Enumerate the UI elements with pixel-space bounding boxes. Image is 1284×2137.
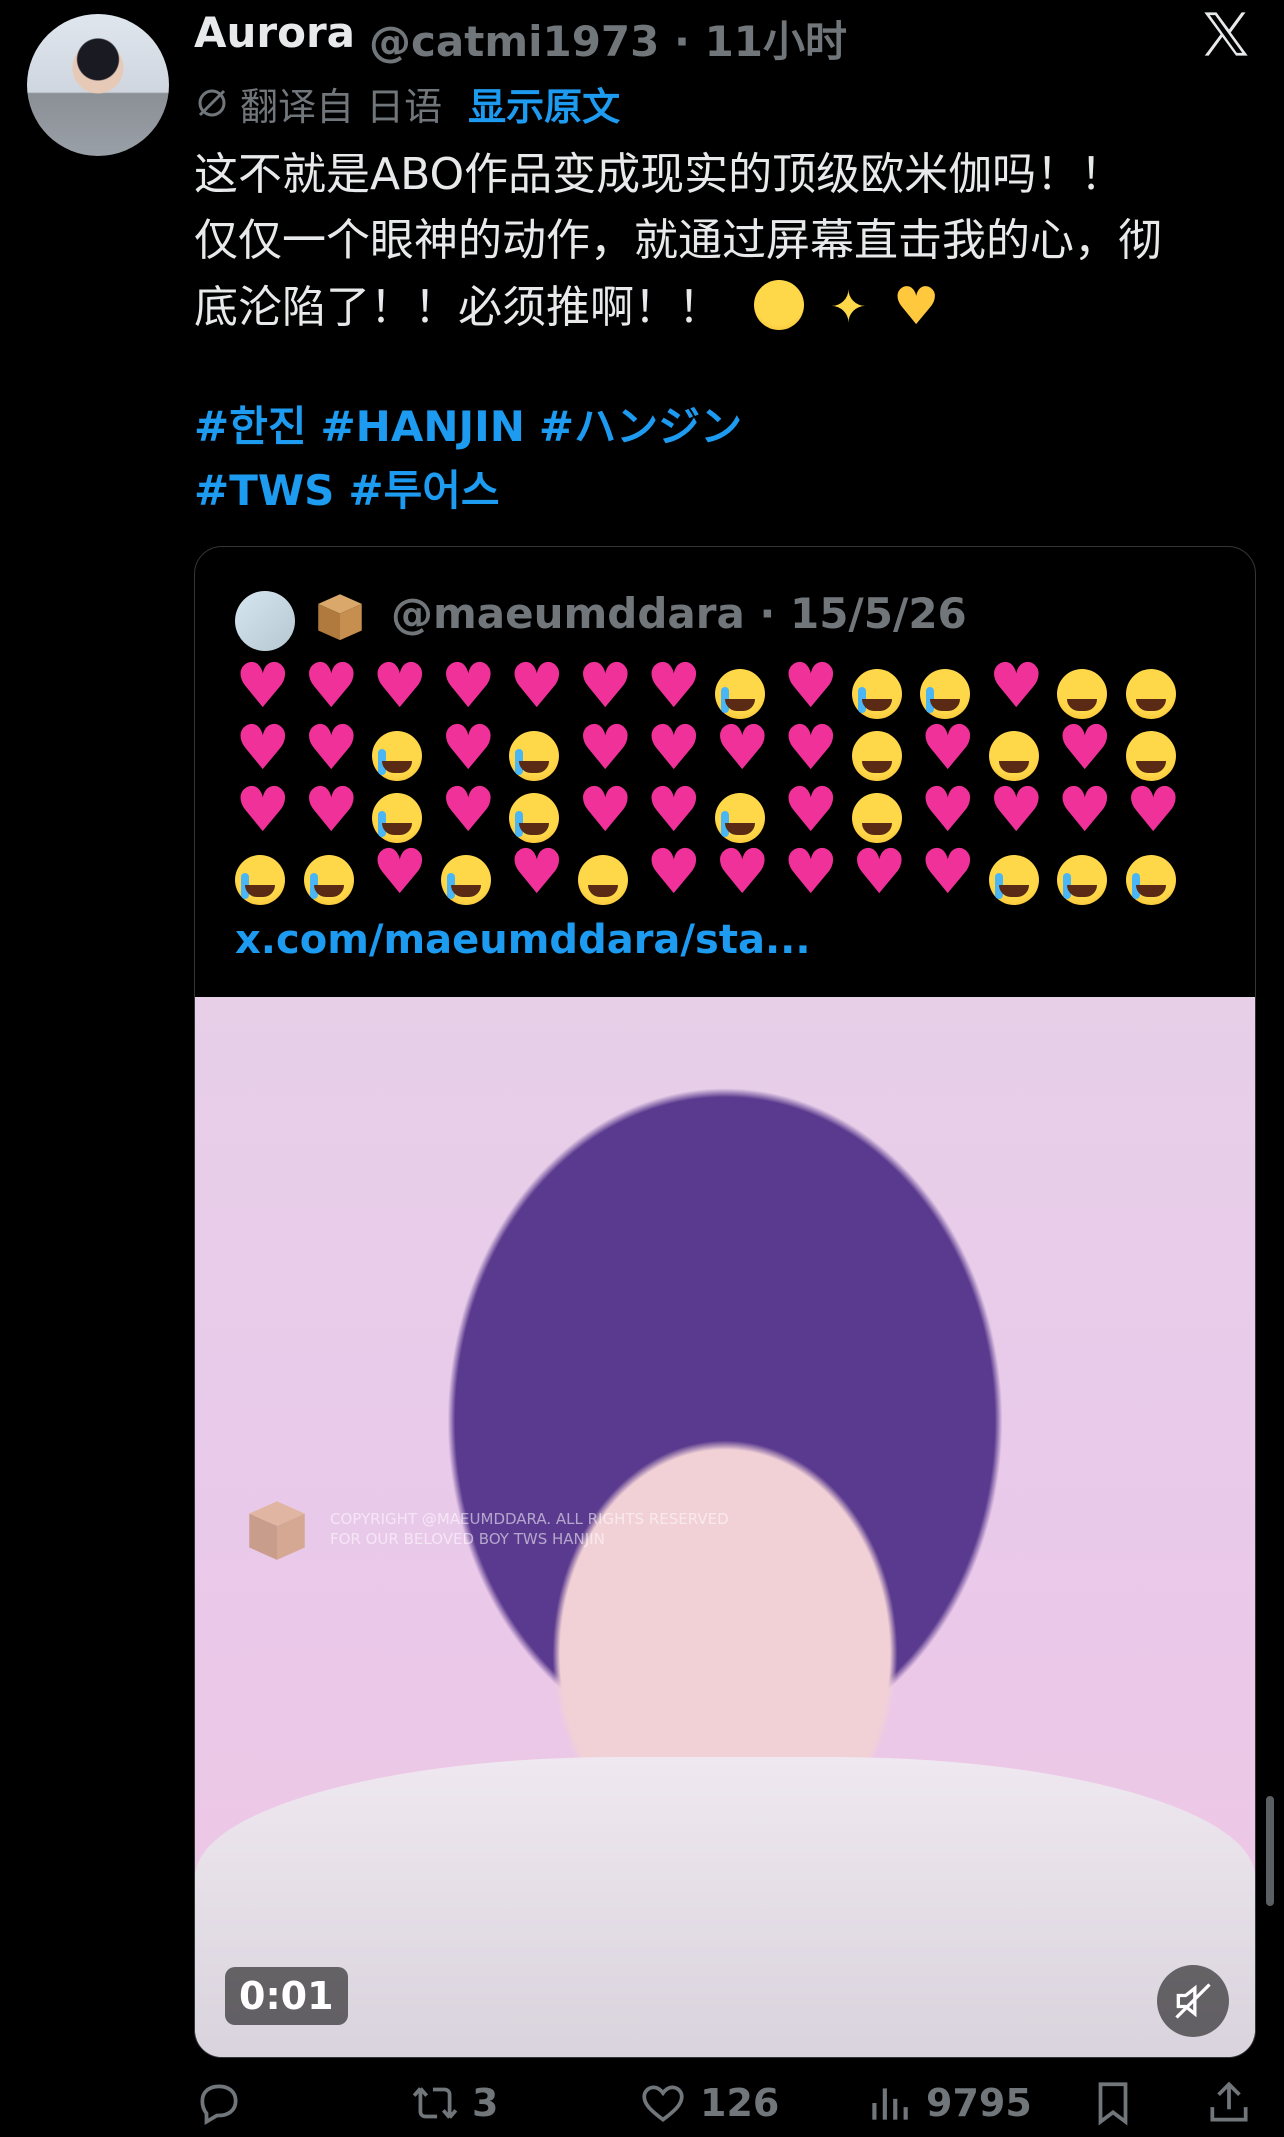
views-count: 9795 xyxy=(926,2081,1032,2125)
bookmark-icon xyxy=(1098,2082,1128,2126)
tweet-body-line: 这不就是ABO作品变成现实的顶级欧米伽吗！！ xyxy=(194,149,1125,200)
watermark-box-icon xyxy=(249,1501,305,1560)
crying-face-emoji-icon xyxy=(1057,855,1107,905)
pink-heart-emoji-icon xyxy=(715,717,771,781)
pink-heart-emoji-icon xyxy=(646,841,702,905)
pink-heart-emoji-icon xyxy=(235,779,291,843)
share-button[interactable] xyxy=(1204,2078,1254,2128)
translation-row: 翻译自 日语 显示原文 xyxy=(194,76,620,131)
heart-icon xyxy=(642,2085,684,2123)
crying-face-emoji-icon xyxy=(440,855,491,905)
video-watermark: COPYRIGHT @MAEUMDDARA. ALL RIGHTS RESERV… xyxy=(240,1492,729,1566)
tweet-body: 这不就是ABO作品变成现实的顶级欧米伽吗！！ 仅仅一个眼神的动作，就通过屏幕直击… xyxy=(194,142,1264,341)
video-frame-shirt xyxy=(195,1757,1255,2057)
pink-heart-emoji-icon xyxy=(509,841,565,905)
crying-face-emoji-icon xyxy=(303,855,354,905)
crying-face-emoji-icon xyxy=(754,280,804,330)
emoji-row xyxy=(235,841,1235,911)
pink-heart-emoji-icon xyxy=(304,779,360,843)
quoted-author-avatar[interactable] xyxy=(235,591,295,651)
quoted-video[interactable]: COPYRIGHT @MAEUMDDARA. ALL RIGHTS RESERV… xyxy=(195,997,1255,2057)
views-chart-icon xyxy=(872,2088,908,2120)
tweet-actions-bar: 3 126 9795 xyxy=(194,2078,1264,2136)
author-display-name[interactable]: Aurora xyxy=(194,8,355,57)
quoted-emoji-text xyxy=(235,655,1235,911)
pink-heart-emoji-icon xyxy=(509,655,565,719)
reply-icon xyxy=(200,2084,238,2126)
watermark-line: FOR OUR BELOVED BOY TWS HANJIN xyxy=(330,1530,605,1548)
yellow-heart-emoji-icon: ♥ xyxy=(892,277,940,337)
pink-heart-emoji-icon xyxy=(372,841,428,905)
reply-button[interactable] xyxy=(194,2078,244,2128)
author-handle-and-time[interactable]: @catmi1973 · 11小时 xyxy=(369,8,847,69)
package-box-icon xyxy=(318,594,362,641)
pink-heart-emoji-icon xyxy=(852,841,908,905)
crying-face-emoji-icon xyxy=(372,731,422,781)
show-original-link[interactable]: 显示原文 xyxy=(468,76,620,131)
translated-from-label: 翻译自 日语 xyxy=(240,84,443,129)
hashtag-link[interactable]: #TWS xyxy=(194,466,334,515)
pink-heart-emoji-icon xyxy=(372,655,428,719)
quoted-tweet-link[interactable]: x.com/maeumddara/sta... xyxy=(235,917,811,963)
translate-icon xyxy=(198,89,226,117)
like-count: 126 xyxy=(700,2081,780,2125)
sparkles-emoji-icon: ✦ xyxy=(830,282,867,333)
x-logo-icon[interactable] xyxy=(1200,8,1252,60)
pink-heart-emoji-icon xyxy=(1126,779,1182,843)
hashtag-link[interactable]: #한진 xyxy=(194,402,306,451)
retweet-button[interactable]: 3 xyxy=(410,2078,498,2128)
pink-heart-emoji-icon xyxy=(920,841,976,905)
crying-face-emoji-icon xyxy=(1125,855,1176,905)
pleading-face-emoji-icon xyxy=(577,855,628,905)
hashtag-link[interactable]: #HANJIN xyxy=(320,402,524,451)
crying-face-emoji-icon xyxy=(509,731,559,781)
pink-heart-emoji-icon xyxy=(989,655,1045,719)
retweet-count: 3 xyxy=(472,2081,499,2125)
speaker-muted-icon xyxy=(1175,1983,1211,2019)
video-timer: 0:01 xyxy=(225,1967,348,2025)
watermark-line: COPYRIGHT @MAEUMDDARA. ALL RIGHTS RESERV… xyxy=(330,1510,729,1528)
quoted-handle-and-date[interactable]: @maeumddara · 15/5/26 xyxy=(391,589,967,638)
views-button[interactable]: 9795 xyxy=(864,2078,1032,2128)
hashtag-link[interactable]: #ハンジン xyxy=(539,402,742,451)
like-button[interactable]: 126 xyxy=(638,2078,779,2128)
mute-button[interactable] xyxy=(1157,1965,1229,2037)
pink-heart-emoji-icon xyxy=(989,779,1045,843)
pink-heart-emoji-icon xyxy=(715,841,771,905)
hashtag-link[interactable]: #투어스 xyxy=(348,466,499,515)
share-icon xyxy=(1210,2081,1248,2122)
pink-heart-emoji-icon xyxy=(1057,779,1113,843)
pleading-face-emoji-icon xyxy=(851,731,902,781)
tweet-body-line: 底沦陷了！！必须推啊！！ ✦ ♥ xyxy=(194,274,1264,341)
pink-heart-emoji-icon xyxy=(441,779,497,843)
tweet-body-line: 仅仅一个眼神的动作，就通过屏幕直击我的心，彻 xyxy=(194,215,1162,266)
crying-face-emoji-icon xyxy=(235,855,285,905)
retweet-icon xyxy=(412,2087,458,2119)
crying-face-emoji-icon xyxy=(851,669,902,719)
tweet-body-text: 底沦陷了！！必须推啊！！ xyxy=(194,282,722,333)
pleading-face-emoji-icon xyxy=(1125,669,1176,719)
hashtags: #한진 #HANJIN #ハンジン #TWS #투어스 xyxy=(194,395,756,523)
bookmark-button[interactable] xyxy=(1088,2078,1138,2128)
author-avatar[interactable] xyxy=(27,14,169,156)
pink-heart-emoji-icon xyxy=(578,779,634,843)
pink-heart-emoji-icon xyxy=(783,841,839,905)
crying-face-emoji-icon xyxy=(988,855,1039,905)
scrollbar-thumb[interactable] xyxy=(1266,1796,1274,1906)
quoted-tweet-card[interactable]: @maeumddara · 15/5/26 x.com/maeumddara/s… xyxy=(194,546,1256,2058)
